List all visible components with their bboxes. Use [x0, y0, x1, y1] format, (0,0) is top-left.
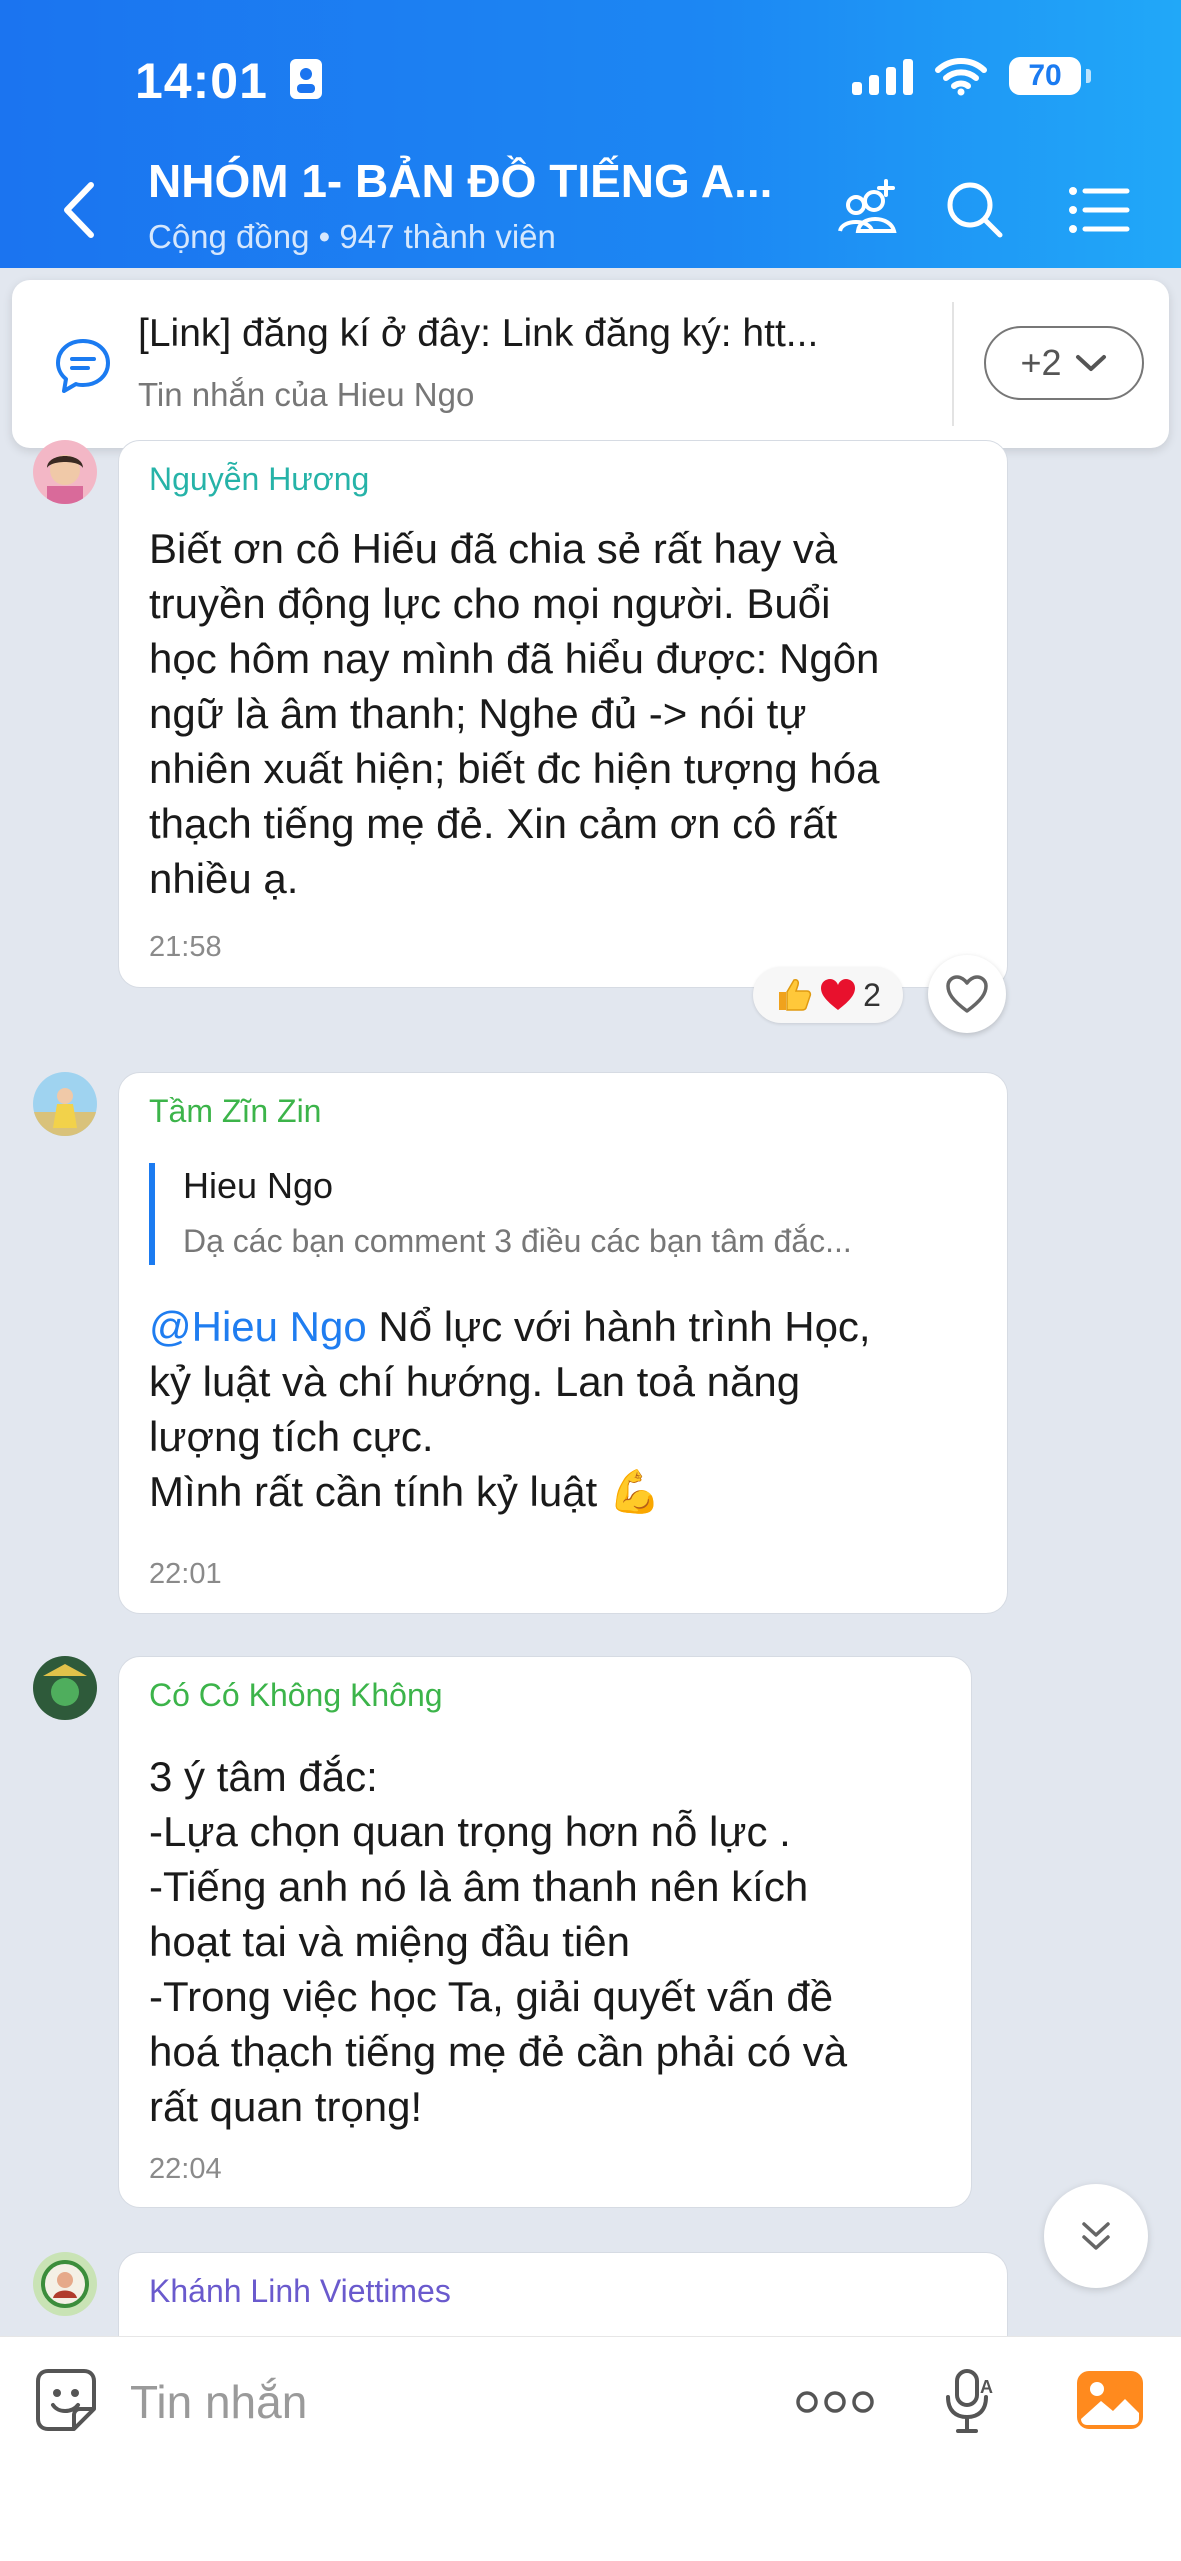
double-chevron-down-icon [1082, 2222, 1110, 2250]
message-line: Biết ơn cô Hiếu đã chia sẻ rất hay và [149, 525, 838, 572]
message-line: 3 ý tâm đắc: [149, 1753, 378, 1800]
reaction-count: 2 [863, 976, 881, 1013]
image-icon[interactable] [1075, 2369, 1145, 2431]
group-add-icon[interactable] [832, 175, 902, 245]
message-line: nhiên xuất hiện; biết đc hiện tượng hóa [149, 745, 880, 792]
pinned-message-bar[interactable]: [Link] đăng kí ở đây: Link đăng ký: htt.… [12, 280, 1169, 448]
status-time-text: 14:01 [135, 53, 268, 109]
scroll-to-bottom-button[interactable] [1044, 2184, 1148, 2288]
chevron-down-icon [1075, 355, 1106, 371]
quote-author: Hieu Ngo [183, 1165, 334, 1206]
message-input[interactable]: Tin nhắn [130, 2375, 307, 2429]
avatar[interactable] [33, 1072, 97, 1136]
message-time: 21:58 [149, 931, 222, 963]
cellular-signal-icon [852, 57, 913, 95]
menu-icon[interactable] [1065, 175, 1135, 245]
message-line: kỷ luật và chí hướng. Lan toả năng [149, 1358, 801, 1405]
message-text: Biết ơn cô Hiếu đã chia sẻ rất hay và tr… [149, 521, 880, 906]
message-line: hoạt tai và miệng đầu tiên [149, 1918, 630, 1965]
message-line: -Trong việc học Ta, giải quyết vấn đề [149, 1973, 834, 2020]
message-line: @Hieu Ngo Nổ lực với hành trình Học, [149, 1299, 871, 1354]
message-line: Mình rất cần tính kỷ luật 💪 [149, 1468, 662, 1515]
message-line: ngữ là âm thanh; Nghe đủ -> nói tự [149, 690, 807, 737]
message-bubble[interactable]: Nguyễn Hương Biết ơn cô Hiếu đã chia sẻ … [118, 440, 1008, 988]
sender-name[interactable]: Có Có Không Không [149, 1677, 443, 1714]
message-bubble[interactable]: Có Có Không Không 3 ý tâm đắc: -Lựa chọn… [118, 1656, 972, 2208]
message-line: rất quan trọng! [149, 2083, 423, 2130]
id-card-icon [289, 59, 322, 99]
svg-text:A: A [980, 2377, 993, 2397]
battery-level: 70 [1028, 59, 1062, 92]
avatar[interactable] [33, 1656, 97, 1720]
more-pinned-button[interactable]: +2 [984, 326, 1144, 400]
quote-text: Dạ các bạn comment 3 điều các bạn tâm đắ… [183, 1223, 852, 1259]
red-heart-icon [821, 979, 856, 1010]
message-line: lượng tích cực. [149, 1413, 434, 1460]
mic-icon[interactable]: A [942, 2367, 994, 2435]
quoted-message[interactable]: Hieu Ngo Dạ các bạn comment 3 điều các b… [149, 1163, 963, 1265]
message-line: -Tiếng anh nó là âm thanh nên kích [149, 1863, 809, 1910]
back-icon[interactable] [55, 175, 105, 245]
sticker-icon[interactable] [34, 2367, 98, 2433]
reaction-summary[interactable]: 2 [753, 967, 903, 1023]
battery-icon: 70 [1009, 57, 1091, 95]
message-time: 22:01 [149, 1558, 222, 1590]
heart-icon [946, 975, 988, 1013]
avatar[interactable] [33, 2252, 97, 2316]
message-line: truyền động lực cho mọi người. Buổi [149, 580, 831, 627]
message-line: thạch tiếng mẹ đẻ. Xin cảm ơn cô rất [149, 800, 838, 847]
status-time: 14:01 [135, 52, 323, 110]
avatar[interactable] [33, 440, 97, 504]
status-icons: 70 [852, 56, 1091, 96]
chat-bubble-icon [56, 339, 110, 393]
sender-name[interactable]: Nguyễn Hương [149, 461, 369, 498]
chat-header: 14:01 70 NHÓM 1- BẢN ĐỒ TIẾNG A... Cộng … [0, 0, 1181, 268]
thumbs-up-icon [779, 979, 812, 1011]
message-line-text: Nổ lực với hành trình Học, [366, 1303, 871, 1350]
divider [952, 302, 954, 426]
sender-name[interactable]: Khánh Linh Viettimes [149, 2273, 451, 2310]
message-line: nhiều ạ. [149, 855, 299, 902]
sender-name[interactable]: Tầm Zĩn Zin [149, 1093, 321, 1130]
message-text: @Hieu Ngo Nổ lực với hành trình Học, kỷ … [149, 1299, 871, 1519]
message-line: hoá thạch tiếng mẹ đẻ cần phải có và [149, 2028, 848, 2075]
message-composer: Tin nhắn A [0, 2336, 1181, 2561]
more-pinned-label: +2 [1020, 342, 1062, 383]
more-dots-icon[interactable] [795, 2387, 875, 2417]
message-line: -Lựa chọn quan trọng hơn nỗ lực . [149, 1808, 791, 1855]
react-button[interactable] [928, 955, 1006, 1033]
pinned-title[interactable]: [Link] đăng kí ở đây: Link đăng ký: htt.… [138, 312, 818, 356]
search-icon[interactable] [940, 175, 1010, 245]
message-line: học hôm nay mình đã hiểu được: Ngôn [149, 635, 880, 682]
message-text: 3 ý tâm đắc: -Lựa chọn quan trọng hơn nỗ… [149, 1749, 847, 2134]
message-time: 22:04 [149, 2153, 222, 2185]
group-subtitle: Cộng đồng • 947 thành viên [148, 218, 556, 255]
pinned-subtitle: Tin nhắn của Hieu Ngo [138, 376, 475, 413]
mention-link[interactable]: @Hieu Ngo [149, 1303, 367, 1350]
wifi-icon [935, 58, 987, 96]
group-title[interactable]: NHÓM 1- BẢN ĐỒ TIẾNG A... [148, 154, 772, 208]
message-bubble[interactable]: Tầm Zĩn Zin Hieu Ngo Dạ các bạn comment … [118, 1072, 1008, 1614]
